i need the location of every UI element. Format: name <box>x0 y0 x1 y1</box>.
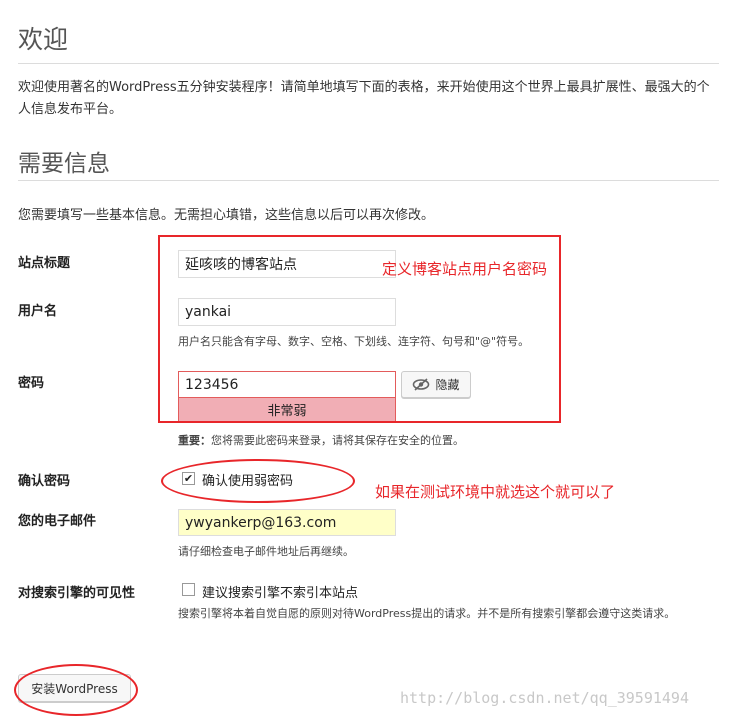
password-important-note: 重要：您将需要此密码来登录，请将其保存在安全的位置。 <box>178 432 464 448</box>
email-label: 您的电子邮件 <box>18 514 97 529</box>
search-visibility-label: 对搜索引擎的可见性 <box>18 586 136 601</box>
email-hint: 请仔细检查电子邮件地址后再继续。 <box>178 545 354 558</box>
welcome-heading: 欢迎 <box>18 25 69 54</box>
annotation-site-info-note: 定义博客站点用户名密码 <box>382 260 548 278</box>
search-visibility-checkbox[interactable] <box>182 583 195 596</box>
password-label: 密码 <box>18 376 45 391</box>
required-info-heading: 需要信息 <box>18 151 110 177</box>
annotation-ellipse-checkbox <box>161 459 355 503</box>
site-title-label: 站点标题 <box>18 256 71 271</box>
search-visibility-checkbox-label: 建议搜索引擎不索引本站点 <box>202 586 359 601</box>
important-text: 您将需要此密码来登录，请将其保存在安全的位置。 <box>211 434 464 447</box>
divider <box>18 63 719 64</box>
email-input[interactable]: ywyankerp@163.com <box>178 509 396 536</box>
annotation-test-env-note: 如果在测试环境中就选这个就可以了 <box>375 483 616 501</box>
search-visibility-hint: 搜索引擎将本着自觉自愿的原则对待WordPress提出的请求。并不是所有搜索引擎… <box>178 607 676 620</box>
annotation-ellipse-install <box>14 664 138 716</box>
divider <box>18 180 719 181</box>
intro-text: 欢迎使用著名的WordPress五分钟安装程序！请简单地填写下面的表格，来开始使… <box>18 80 710 117</box>
important-label: 重要： <box>178 434 211 447</box>
username-label: 用户名 <box>18 304 58 319</box>
confirm-password-label: 确认密码 <box>18 474 71 489</box>
form-description: 您需要填写一些基本信息。无需担心填错，这些信息以后可以再次修改。 <box>18 208 435 223</box>
watermark: http://blog.csdn.net/qq_39591494 <box>400 689 689 707</box>
